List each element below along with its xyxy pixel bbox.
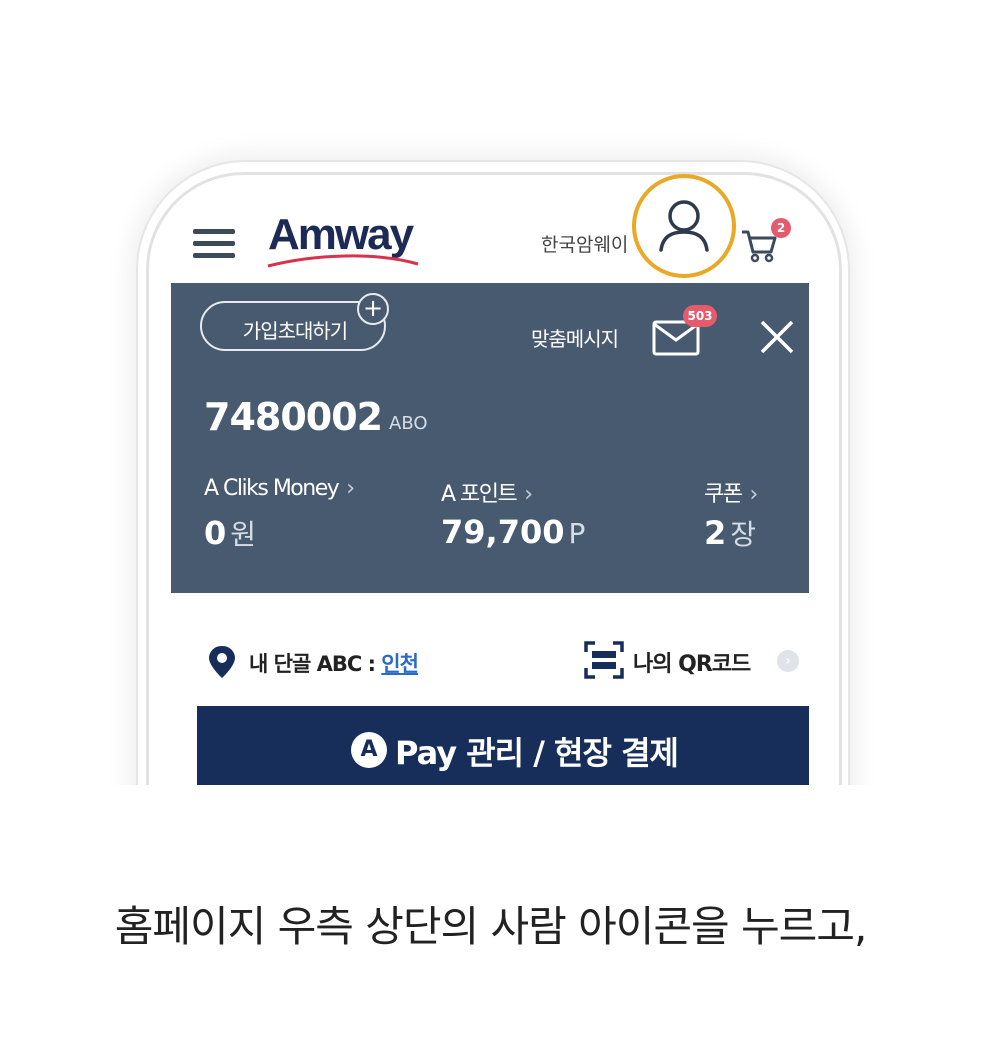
chevron-right-icon: › [346, 476, 355, 501]
user-icon-highlight[interactable] [632, 174, 736, 278]
message-label[interactable]: 맞춤메시지 [531, 323, 619, 352]
stat-label: A 포인트 [441, 482, 518, 507]
stat-value: 0 [204, 514, 227, 552]
stat-unit: 장 [730, 518, 757, 551]
stat-unit: 원 [230, 518, 257, 551]
pay-button[interactable]: A Pay 관리 / 현장 결제 [197, 706, 809, 785]
stat-value: 2 [704, 514, 727, 552]
stat-label: A Cliks Money [204, 476, 340, 501]
member-panel: 가입초대하기 + 맞춤메시지 503 7480002 ABO A Cliks M… [171, 283, 809, 593]
chevron-right-icon: › [524, 482, 533, 507]
a-pay-icon: A [351, 732, 387, 768]
member-type: ABO [389, 413, 428, 434]
phone-screen: Amway 한국암웨이 2 가입초대하기 + 맞춤메시지 503 7480002… [171, 196, 809, 785]
store-prefix: 내 단골 ABC : [249, 652, 382, 676]
qr-code-label[interactable]: 나의 QR코드 [633, 646, 751, 678]
logo-swoosh-icon [267, 254, 419, 268]
stat-value: 79,700 [441, 513, 565, 551]
a-point-link[interactable]: A 포인트 › [441, 476, 533, 508]
stat-unit: P [568, 517, 586, 550]
coupon-value: 2장 [704, 513, 756, 553]
phone-mockup: Amway 한국암웨이 2 가입초대하기 + 맞춤메시지 503 7480002… [0, 0, 981, 785]
coupon-link[interactable]: 쿠폰 › [704, 476, 758, 508]
chevron-right-icon[interactable]: › [777, 650, 799, 672]
favorite-store[interactable]: 내 단골 ABC : 인천 [249, 648, 419, 678]
store-name-link[interactable]: 인천 [381, 652, 419, 676]
stat-label: 쿠폰 [704, 482, 743, 507]
chevron-right-icon: › [749, 482, 758, 507]
pay-button-label: Pay 관리 / 현장 결제 [395, 734, 679, 772]
cliks-money-link[interactable]: A Cliks Money › [204, 476, 355, 501]
instruction-caption: 홈페이지 우측 상단의 사람 아이콘을 누르고, [114, 902, 868, 951]
message-count-badge: 503 [683, 305, 717, 327]
menu-icon[interactable] [193, 229, 235, 259]
close-icon[interactable] [757, 317, 797, 357]
qr-scan-icon[interactable] [583, 640, 625, 680]
region-label: 한국암웨이 [541, 234, 629, 256]
member-id: 7480002 [204, 395, 383, 439]
location-pin-icon [209, 646, 235, 678]
person-icon[interactable] [636, 178, 732, 274]
plus-icon[interactable]: + [357, 293, 389, 325]
cart-count-badge: 2 [771, 218, 791, 238]
a-point-value: 79,700 P [441, 513, 585, 551]
cliks-money-value: 0원 [204, 513, 256, 553]
